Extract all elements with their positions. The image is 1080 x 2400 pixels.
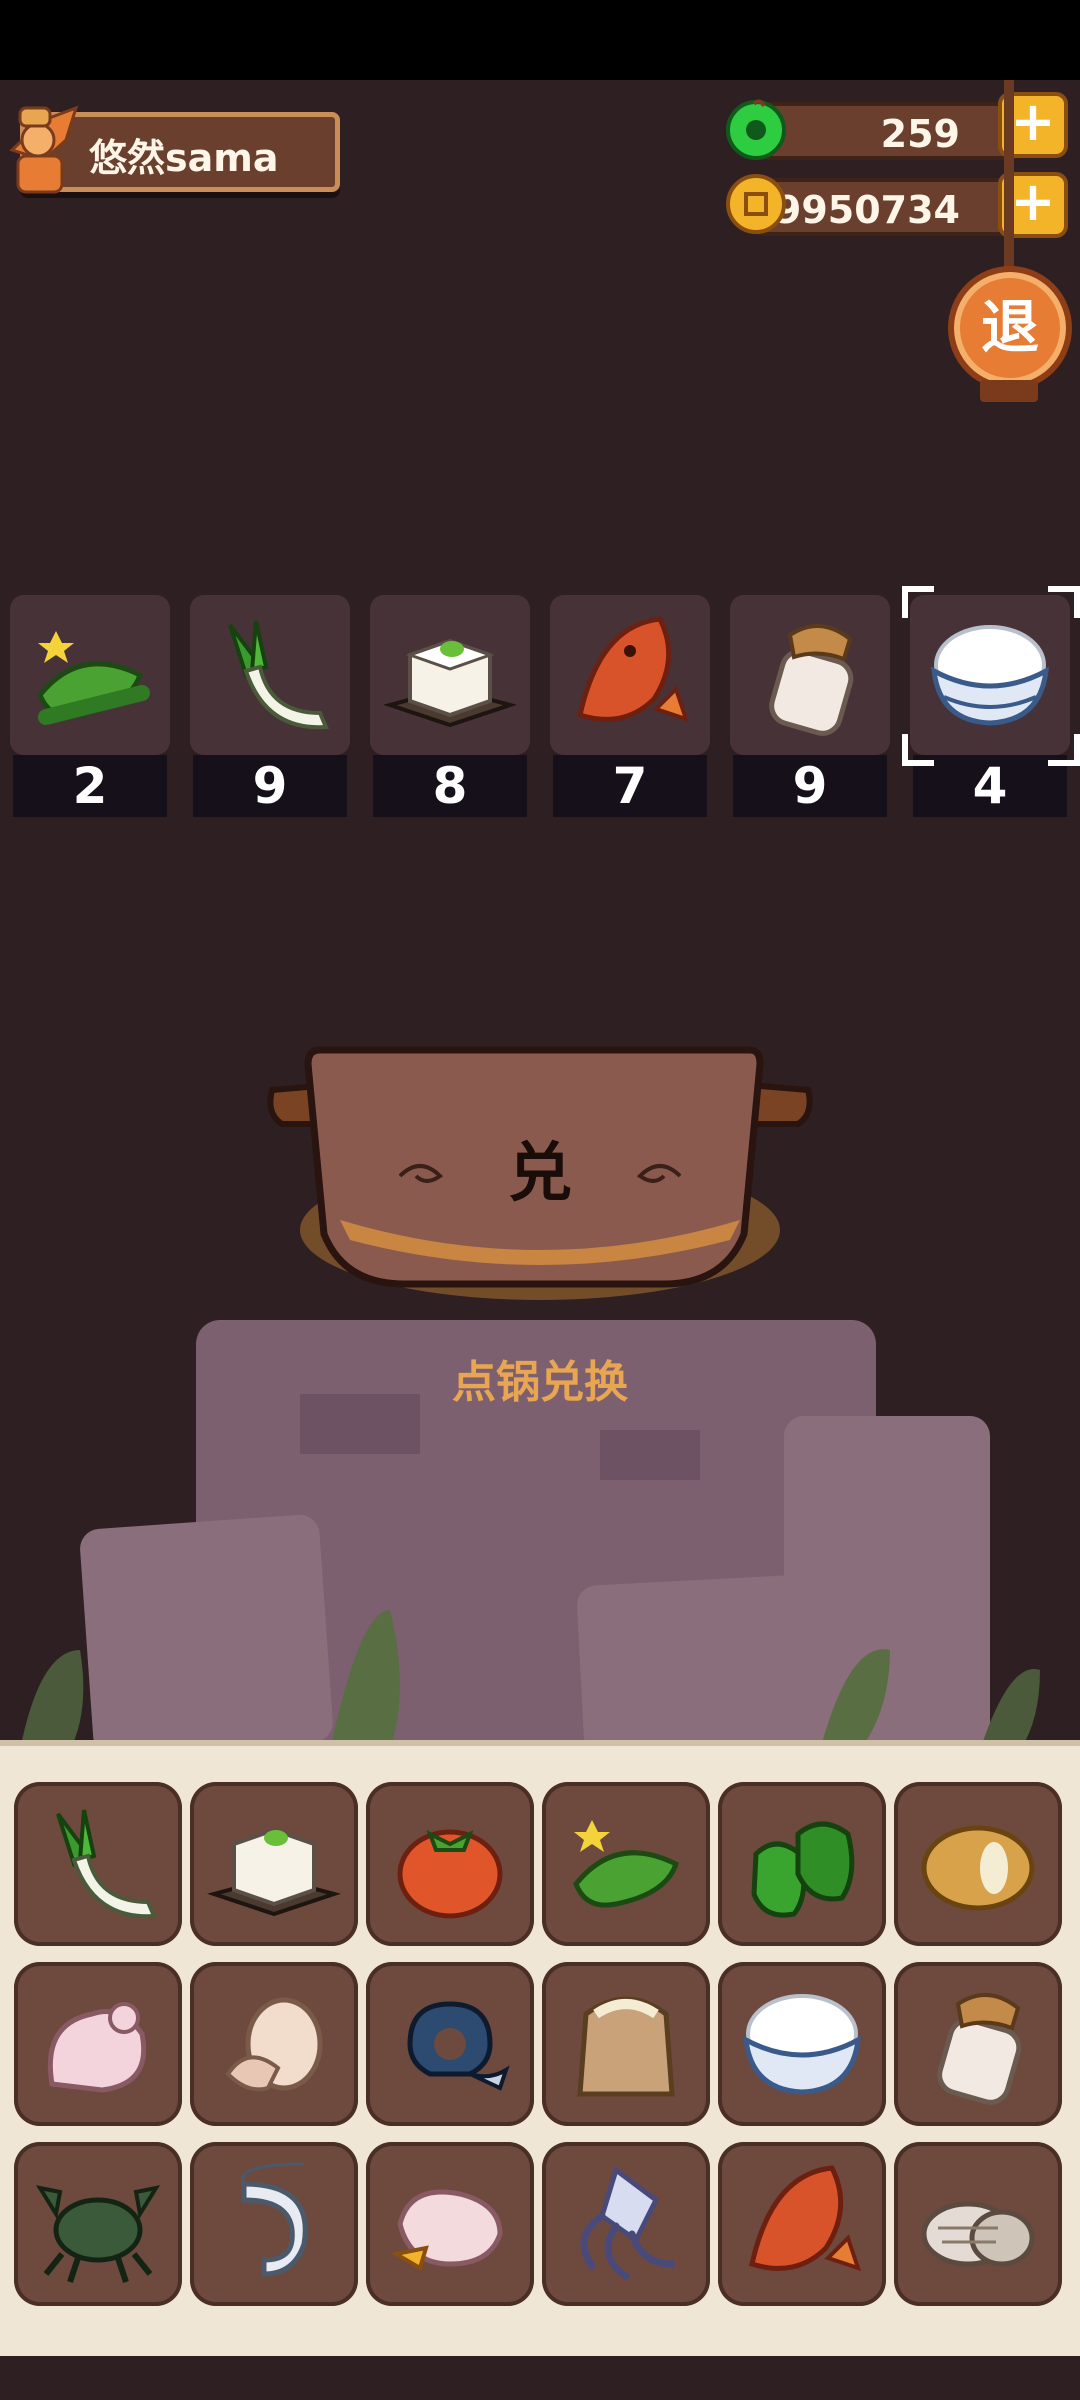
inventory-shrimp[interactable] xyxy=(190,2142,358,2306)
crab-icon xyxy=(35,2185,161,2283)
required-slot-cucumber[interactable]: 2 xyxy=(10,595,170,817)
required-count: 8 xyxy=(373,755,527,817)
exit-button[interactable]: 退 xyxy=(948,266,1072,390)
inventory-crab[interactable] xyxy=(14,2142,182,2306)
inventory-flour-sack[interactable] xyxy=(542,1962,710,2126)
clam-icon xyxy=(921,2201,1035,2267)
tofu-icon xyxy=(383,638,517,728)
required-slot-leek[interactable]: 9 xyxy=(190,595,350,817)
duck-icon xyxy=(390,2189,503,2272)
status-bar xyxy=(0,0,1080,80)
blue-fish-icon xyxy=(407,2001,510,2091)
sauce-jar-icon xyxy=(937,1992,1022,2105)
exit-rope xyxy=(1004,80,1014,270)
inventory-clam[interactable] xyxy=(894,2142,1062,2306)
jade-gem-icon xyxy=(726,99,786,160)
selection-corner xyxy=(1048,586,1080,618)
cucumber-icon xyxy=(573,1820,680,1908)
inventory-rice-bowl[interactable] xyxy=(718,1962,886,2126)
chef-avatar-icon[interactable] xyxy=(4,100,84,200)
inventory-egg[interactable] xyxy=(190,1962,358,2126)
tofu-icon xyxy=(207,1827,341,1917)
tomato-icon xyxy=(397,1829,503,1919)
flour-sack-icon xyxy=(577,1996,675,2097)
inventory-tomato[interactable] xyxy=(366,1782,534,1946)
rice-bowl-icon xyxy=(742,1994,862,2095)
red-fish-icon xyxy=(749,2165,862,2272)
required-count: 9 xyxy=(193,755,347,817)
required-slot-sauce-jar[interactable]: 9 xyxy=(730,595,890,817)
leek-icon xyxy=(228,620,329,730)
chicken-icon xyxy=(47,2002,147,2093)
selection-corner xyxy=(902,734,934,766)
player-name: 悠然sama xyxy=(89,136,279,180)
selection-corner xyxy=(902,586,934,618)
required-slot-tofu[interactable]: 8 xyxy=(370,595,530,817)
inventory-squid[interactable] xyxy=(542,2142,710,2306)
shrimp-icon xyxy=(241,2162,308,2277)
exchange-pot[interactable]: 兑 xyxy=(260,1040,820,1310)
inventory-sauce-jar[interactable] xyxy=(894,1962,1062,2126)
sauce-jar-icon xyxy=(769,623,854,736)
pot-label: 兑 xyxy=(508,1136,572,1211)
inventory-red-fish[interactable] xyxy=(718,2142,886,2306)
jade-count: 259 xyxy=(880,112,960,156)
squid-icon xyxy=(580,2165,676,2280)
green-pepper-icon xyxy=(751,1821,855,1918)
required-slot-rice-bowl[interactable]: 4 xyxy=(910,595,1070,817)
gold-coin-icon xyxy=(726,174,786,234)
inventory-green-pepper[interactable] xyxy=(718,1782,886,1946)
selection-corner xyxy=(1048,734,1080,766)
required-count: 9 xyxy=(733,755,887,817)
inventory-potato[interactable] xyxy=(894,1782,1062,1946)
red-fish-icon xyxy=(577,616,690,723)
cucumber-icon xyxy=(37,631,150,725)
required-count: 7 xyxy=(553,755,707,817)
exit-tassel xyxy=(980,380,1038,402)
inventory-duck[interactable] xyxy=(366,2142,534,2306)
potato-icon xyxy=(921,1825,1035,1911)
inventory-tofu[interactable] xyxy=(190,1782,358,1946)
rice-bowl-icon xyxy=(930,625,1050,726)
leek-icon xyxy=(56,1809,157,1919)
inventory-blue-fish[interactable] xyxy=(366,1962,534,2126)
inventory-chicken[interactable] xyxy=(14,1962,182,2126)
inventory-cucumber[interactable] xyxy=(542,1782,710,1946)
inventory-leek[interactable] xyxy=(14,1782,182,1946)
required-count: 2 xyxy=(13,755,167,817)
tap-pot-hint: 点锅兑换 xyxy=(452,1357,628,1408)
required-count: 4 xyxy=(913,755,1067,817)
required-slot-red-fish[interactable]: 7 xyxy=(550,595,710,817)
egg-icon xyxy=(225,1997,323,2092)
